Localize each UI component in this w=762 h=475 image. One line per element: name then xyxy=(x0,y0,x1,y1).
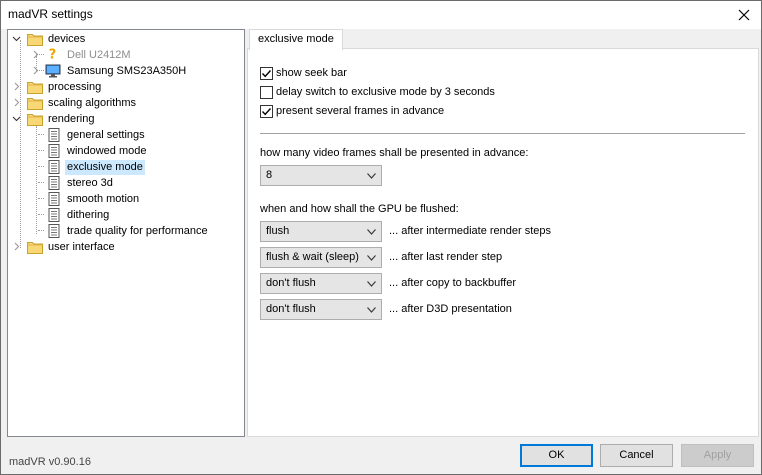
close-button[interactable] xyxy=(727,1,761,29)
tree-item-windowed-mode[interactable]: windowed mode xyxy=(8,143,244,159)
tree-item-rendering[interactable]: rendering xyxy=(8,111,244,127)
chevron-right-icon[interactable] xyxy=(31,50,40,59)
monitor-icon xyxy=(45,64,61,78)
page-icon xyxy=(48,224,60,238)
flush-last-step-label: ... after last render step xyxy=(389,251,503,263)
version-label: madVR v0.90.16 xyxy=(9,456,91,468)
tree-item-general-settings[interactable]: general settings xyxy=(8,127,244,143)
page-icon xyxy=(48,128,60,142)
checkbox-box[interactable] xyxy=(260,104,273,118)
tree-item-smooth-motion[interactable]: smooth motion xyxy=(8,191,244,207)
close-icon xyxy=(738,9,750,21)
tab-strip: exclusive mode xyxy=(247,29,759,50)
tree-item-exclusive-mode[interactable]: exclusive mode xyxy=(8,159,244,175)
frames-dropdown[interactable]: 8 xyxy=(260,165,382,186)
settings-window: madVR settings devices ? Dell U2412M Sam… xyxy=(0,0,762,475)
tree-item-label: Samsung SMS23A350H xyxy=(67,64,187,77)
chevron-down-icon xyxy=(367,307,376,313)
present-frames-checkbox[interactable]: present several frames in advance xyxy=(260,103,444,119)
checkmark-icon xyxy=(261,107,272,115)
checkbox-label: delay switch to exclusive mode by 3 seco… xyxy=(276,86,495,98)
tree-item-label: smooth motion xyxy=(67,192,140,205)
flush-backbuffer-dropdown[interactable]: don't flush xyxy=(260,273,382,294)
show-seek-bar-checkbox[interactable]: show seek bar xyxy=(260,65,347,81)
page-icon xyxy=(48,176,60,190)
window-title: madVR settings xyxy=(8,7,93,21)
settings-tree[interactable]: devices ? Dell U2412M Samsung SMS23A350H… xyxy=(7,29,245,437)
tree-item-label: scaling algorithms xyxy=(48,96,137,109)
tree-item-devices[interactable]: devices xyxy=(8,31,244,47)
tree-item-processing[interactable]: processing xyxy=(8,79,244,95)
flush-intermediate-dropdown[interactable]: flush xyxy=(260,221,382,242)
separator xyxy=(260,133,745,134)
chevron-right-icon[interactable] xyxy=(12,98,21,107)
cancel-button[interactable]: Cancel xyxy=(600,444,673,467)
flush-label: when and how shall the GPU be flushed: xyxy=(260,203,459,215)
tree-item-label: devices xyxy=(48,32,86,45)
ok-button[interactable]: OK xyxy=(520,444,593,467)
tree-item-label: windowed mode xyxy=(67,144,147,157)
tree-item-trade-quality[interactable]: trade quality for performance xyxy=(8,223,244,239)
tree-item-label: Dell U2412M xyxy=(67,48,131,61)
title-bar: madVR settings xyxy=(1,1,761,29)
checkbox-box[interactable] xyxy=(260,85,273,99)
tree-item-scaling-algorithms[interactable]: scaling algorithms xyxy=(8,95,244,111)
chevron-right-icon[interactable] xyxy=(12,82,21,91)
folder-icon xyxy=(27,34,43,46)
page-icon xyxy=(48,192,60,206)
flush-last-step-dropdown[interactable]: flush & wait (sleep) xyxy=(260,247,382,268)
dropdown-value: 8 xyxy=(266,169,273,181)
page-icon xyxy=(48,208,60,222)
chevron-down-icon xyxy=(367,173,376,179)
checkmark-icon xyxy=(261,69,272,77)
checkbox-label: show seek bar xyxy=(276,67,347,79)
dropdown-value: don't flush xyxy=(266,277,316,289)
folder-icon xyxy=(27,242,43,254)
tab-exclusive-mode[interactable]: exclusive mode xyxy=(249,29,343,50)
dropdown-value: don't flush xyxy=(266,303,316,315)
settings-panel: show seek bar delay switch to exclusive … xyxy=(247,48,759,437)
flush-intermediate-label: ... after intermediate render steps xyxy=(389,225,552,237)
tree-item-label: user interface xyxy=(48,240,115,253)
flush-d3d-dropdown[interactable]: don't flush xyxy=(260,299,382,320)
folder-icon xyxy=(27,82,43,94)
tree-item-label: exclusive mode xyxy=(65,159,145,175)
frames-label: how many video frames shall be presented… xyxy=(260,147,529,159)
tree-item-label: trade quality for performance xyxy=(67,224,208,237)
checkbox-label: present several frames in advance xyxy=(276,105,445,117)
chevron-down-icon[interactable] xyxy=(12,114,21,123)
question-monitor-icon: ? xyxy=(49,47,57,61)
chevron-down-icon xyxy=(367,255,376,261)
tree-item-label: processing xyxy=(48,80,102,93)
delay-switch-checkbox[interactable]: delay switch to exclusive mode by 3 seco… xyxy=(260,84,495,100)
folder-icon xyxy=(27,114,43,126)
tree-item-stereo-3d[interactable]: stereo 3d xyxy=(8,175,244,191)
tree-item-label: rendering xyxy=(48,112,95,125)
tree-item-label: dithering xyxy=(67,208,110,221)
apply-button[interactable]: Apply xyxy=(681,444,754,467)
chevron-down-icon xyxy=(367,229,376,235)
flush-d3d-label: ... after D3D presentation xyxy=(389,303,512,315)
dropdown-value: flush & wait (sleep) xyxy=(266,251,359,263)
tree-item-label: general settings xyxy=(67,128,145,141)
chevron-down-icon xyxy=(367,281,376,287)
checkbox-box[interactable] xyxy=(260,66,273,80)
page-icon xyxy=(48,144,60,158)
tree-item-label: stereo 3d xyxy=(67,176,113,189)
chevron-right-icon[interactable] xyxy=(12,242,21,251)
chevron-down-icon[interactable] xyxy=(12,34,21,43)
tree-item-user-interface[interactable]: user interface xyxy=(8,239,244,255)
tree-item-dithering[interactable]: dithering xyxy=(8,207,244,223)
folder-icon xyxy=(27,98,43,110)
dropdown-value: flush xyxy=(266,225,290,237)
tree-item-dell-monitor[interactable]: ? Dell U2412M xyxy=(8,47,244,63)
flush-backbuffer-label: ... after copy to backbuffer xyxy=(389,277,516,289)
tree-item-samsung-monitor[interactable]: Samsung SMS23A350H xyxy=(8,63,244,79)
svg-text:?: ? xyxy=(49,47,57,61)
chevron-right-icon[interactable] xyxy=(31,66,40,75)
page-icon xyxy=(48,160,60,174)
